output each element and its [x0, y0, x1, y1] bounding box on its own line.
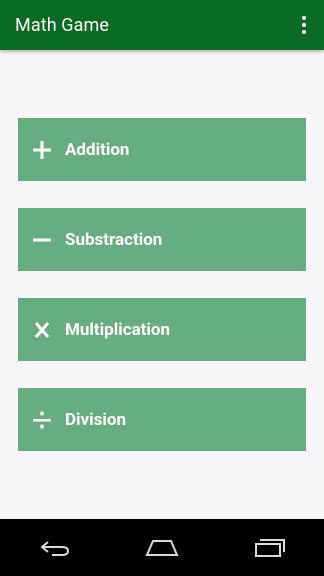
operations-list: Addition Substraction Multiplication Div…	[0, 50, 324, 519]
recent-apps-icon[interactable]	[240, 528, 300, 568]
app-bar: Math Game	[0, 0, 324, 50]
plus-icon	[31, 139, 53, 161]
addition-button[interactable]: Addition	[18, 118, 306, 181]
division-button[interactable]: Division	[18, 388, 306, 451]
minus-icon	[31, 229, 53, 251]
substraction-button[interactable]: Substraction	[18, 208, 306, 271]
screen: Math Game Addition Substraction Multipli…	[0, 0, 324, 576]
division-label: Division	[65, 409, 127, 430]
home-icon[interactable]	[132, 528, 192, 568]
multiply-icon	[31, 319, 53, 341]
multiplication-label: Multiplication	[65, 319, 171, 340]
app-title: Math Game	[15, 14, 110, 36]
system-nav-bar	[0, 519, 324, 576]
substraction-label: Substraction	[65, 229, 163, 250]
addition-label: Addition	[65, 139, 130, 160]
multiplication-button[interactable]: Multiplication	[18, 298, 306, 361]
overflow-menu-icon[interactable]	[289, 5, 319, 45]
divide-icon	[31, 409, 53, 431]
back-icon[interactable]	[24, 528, 84, 568]
